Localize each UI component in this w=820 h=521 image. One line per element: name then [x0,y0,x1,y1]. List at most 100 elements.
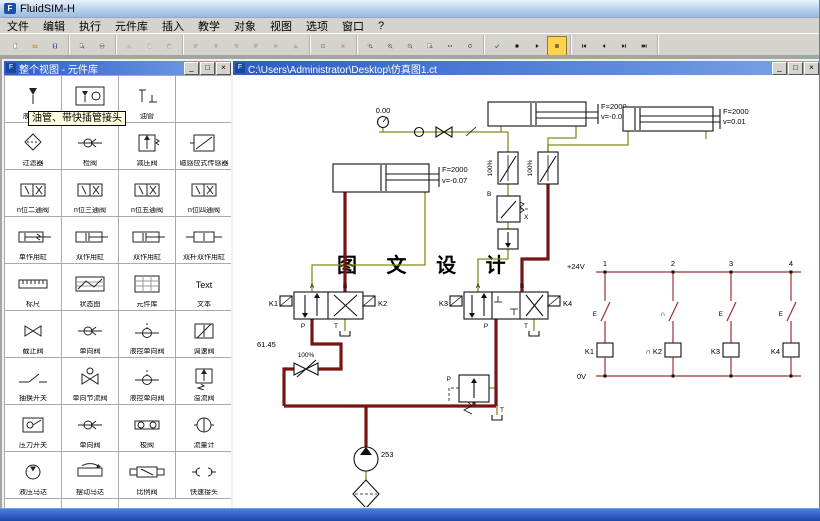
step-first-button[interactable] [574,35,594,56]
close-icon[interactable]: × [216,61,231,75]
library-item-dcv[interactable]: n位二通阀 [5,170,62,217]
check-button[interactable] [487,35,507,56]
paste-button[interactable] [159,35,179,56]
library-item-filter[interactable]: 过滤器 [5,123,62,170]
preview-button[interactable] [72,35,92,56]
print-button[interactable] [92,35,112,56]
stop-button[interactable] [507,35,527,56]
library-item-pilot-check[interactable]: 液控单向阀 [119,358,176,405]
directional-valve-right[interactable]: K3 K4 A B P T [439,283,572,330]
library-item-shutoff[interactable]: 截止阀 [5,311,62,358]
relay-coil[interactable] [664,342,682,358]
throttle-valve[interactable]: 100% 61.45 [257,340,319,378]
minimize-button[interactable]: _ [184,61,199,75]
zoom-page-button[interactable] [420,35,440,56]
align-right-button[interactable] [226,35,246,56]
flow-control-valve-2[interactable]: 100% [527,151,559,185]
zoom-actual-button[interactable]: 1:1 [440,35,460,56]
menu-item-3[interactable]: 元件库 [108,18,155,34]
library-item-catalog[interactable]: 元件库 [119,264,176,311]
menu-item-5[interactable]: 教学 [191,18,227,34]
menu-item-1[interactable]: 编辑 [36,18,72,34]
grid-button[interactable] [313,35,333,56]
relay-coil[interactable] [722,342,740,358]
library-item-dcv[interactable]: n位五通阀 [119,170,176,217]
library-item-cylinder-dual-rod[interactable]: 双杆双作用缸 [176,217,233,264]
filter[interactable] [352,479,380,509]
library-item-flow-control[interactable]: 调速阀 [176,311,233,358]
electrical-circuit[interactable]: +24V0V1K1E2K2∩3K3E4K4E∩ [567,259,801,381]
library-item-check-valve[interactable]: 检阀 [62,123,119,170]
play-button[interactable] [527,35,547,56]
library-item-cylinder-double[interactable]: 双作用缸 [62,217,119,264]
directional-valve-left[interactable]: K1 K2 A B P T [269,283,387,330]
step-back-button[interactable] [594,35,614,56]
relay-coil[interactable] [782,342,800,358]
menu-item-6[interactable]: 对象 [227,18,263,34]
align-top-button[interactable] [246,35,266,56]
library-item-throttle-check[interactable]: 单向节流阀 [62,358,119,405]
library-item-dcv[interactable]: n位三通阀 [62,170,119,217]
aux-valve[interactable] [497,228,519,250]
save-button[interactable] [45,35,65,56]
open-button[interactable] [25,35,45,56]
menu-item-0[interactable]: 文件 [0,18,36,34]
menu-item-7[interactable]: 视图 [263,18,299,34]
pump[interactable]: 253 [353,446,394,472]
copy-button[interactable] [139,35,159,56]
library-item-state-diagram[interactable]: 状态图 [62,264,119,311]
cylinder-A[interactable]: F=2000 v=-0.05 [487,101,627,127]
pilot-valve[interactable]: B X [487,191,530,223]
circuit-canvas[interactable]: 图 文 设 计 0.00 F=2000 v=-0.05 F=2000 v=0.0… [233,75,819,509]
menu-item-2[interactable]: 执行 [72,18,108,34]
library-item-pilot-check[interactable]: 液控单向阀 [119,311,176,358]
library-item-flow-meter[interactable]: 流量计 [176,405,233,452]
library-item-pressure-valve[interactable]: 减压阀 [119,123,176,170]
library-item-hose[interactable]: 油管 [119,76,176,123]
title-bar[interactable]: F FluidSIM-H [0,0,819,18]
library-item-pressure-switch[interactable]: 压力开关 [5,405,62,452]
step-forward-button[interactable] [614,35,634,56]
zoom-window-button[interactable] [360,35,380,56]
library-item-blank[interactable] [176,76,233,123]
library-window-titlebar[interactable]: F 整个视图 - 元件库 _ □ × [4,61,233,75]
new-button[interactable] [5,35,25,56]
snap-button[interactable] [333,35,353,56]
cylinder-B[interactable]: F=2000 v=0.01 [622,106,749,132]
menu-item-4[interactable]: 插入 [155,18,191,34]
zoom-refresh-button[interactable] [460,35,480,56]
library-item-proportional[interactable]: 比例阀 [119,452,176,499]
align-middle-button[interactable] [266,35,286,56]
circuit-window-titlebar[interactable]: F C:\Users\Administrator\Desktop\仿真图1.ct… [233,61,819,75]
library-item-semi-rotary[interactable]: 摆动马达 [62,452,119,499]
relay-coil[interactable] [596,342,614,358]
align-center-button[interactable] [206,35,226,56]
zoom-in-button[interactable] [380,35,400,56]
menu-item-8[interactable]: 选项 [299,18,335,34]
pause-button[interactable] [547,35,567,56]
menu-item-9[interactable]: 窗口 [335,18,371,34]
step-last-button[interactable] [634,35,654,56]
library-item-relief[interactable]: 溢流阀 [176,358,233,405]
taskbar[interactable] [0,508,820,521]
library-item-shuttle[interactable]: 梭阀 [119,405,176,452]
library-item-cylinder-double[interactable]: 双作用缸 [119,217,176,264]
library-item-sensor[interactable]: 磁感应式传感器 [176,123,233,170]
library-item-check-valve[interactable]: 单向阀 [62,405,119,452]
zoom-out-button[interactable] [400,35,420,56]
maximize-button[interactable]: □ [200,61,215,75]
library-item-cylinder-single[interactable]: 单作用缸 [5,217,62,264]
library-item-coupling[interactable]: 快速接头 [176,452,233,499]
library-item-check-valve[interactable]: 单向阀 [62,311,119,358]
library-item-switch[interactable]: 抽换开关 [5,358,62,405]
library-item-motor[interactable]: 液压马达 [5,452,62,499]
maximize-button[interactable]: □ [788,61,803,75]
library-item-dcv[interactable]: n位四通阀 [176,170,233,217]
library-item-ruler[interactable]: 标尺 [5,264,62,311]
cut-button[interactable] [119,35,139,56]
flow-control-valve-1[interactable]: 100% [487,151,519,185]
align-left-button[interactable] [186,35,206,56]
align-bottom-button[interactable] [286,35,306,56]
cylinder-C[interactable]: F=2000 v=-0.07 [332,163,468,193]
menu-item-10[interactable]: ? [371,20,391,32]
